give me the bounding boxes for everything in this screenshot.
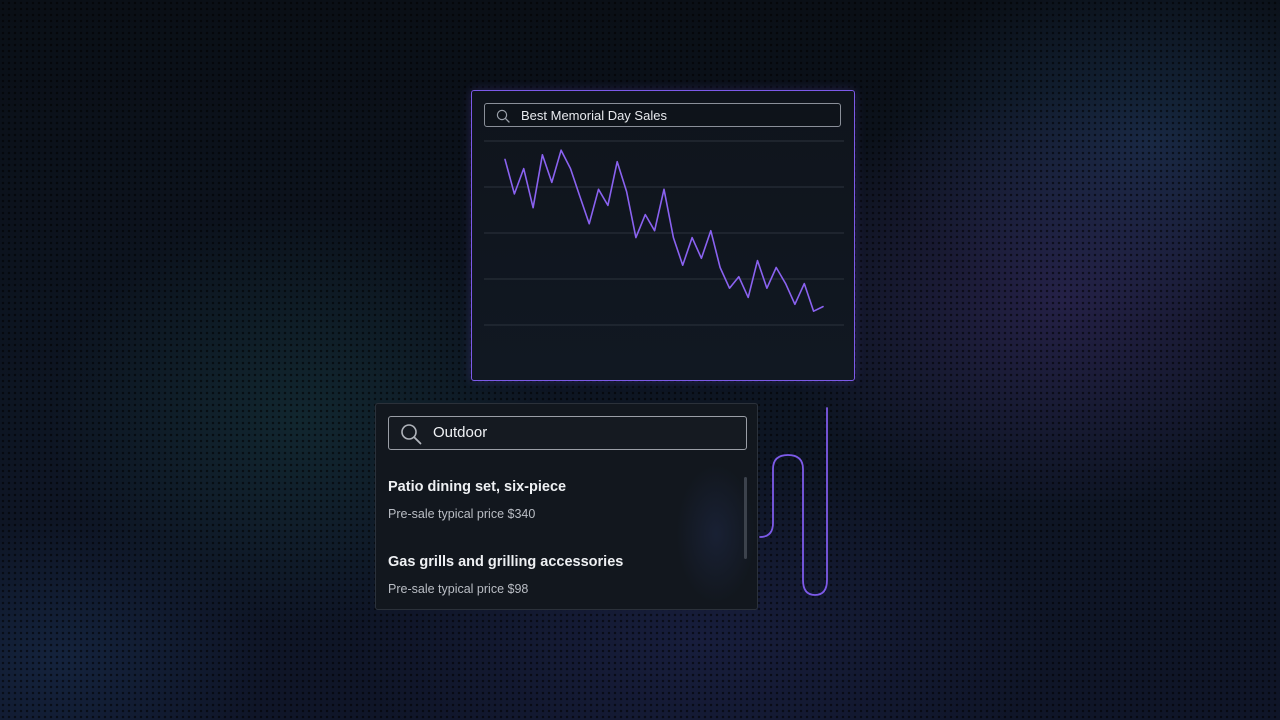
price-trend-chart: [484, 140, 844, 326]
result-subtitle: Pre-sale typical price $98: [388, 582, 529, 596]
results-search-bar[interactable]: Outdoor: [388, 416, 747, 450]
chart-panel: Best Memorial Day Sales: [471, 90, 855, 381]
chart-series-line: [504, 149, 824, 312]
results-search-query: Outdoor: [433, 424, 488, 441]
result-title: Gas grills and grilling accessories: [388, 554, 624, 570]
scrollbar[interactable]: [744, 477, 747, 559]
result-item[interactable]: Patio dining set, six-piece Pre-sale typ…: [388, 479, 728, 521]
decorative-connector-line: [759, 407, 828, 596]
result-title: Patio dining set, six-piece: [388, 479, 567, 495]
result-subtitle: Pre-sale typical price $340: [388, 507, 536, 521]
search-icon: [401, 424, 422, 445]
search-icon: [496, 109, 510, 123]
result-item[interactable]: Gas grills and grilling accessories Pre-…: [388, 554, 728, 596]
chart-search-bar[interactable]: Best Memorial Day Sales: [484, 103, 841, 127]
chart-search-query: Best Memorial Day Sales: [521, 108, 667, 123]
chart-gridlines: [484, 140, 844, 326]
results-panel: Outdoor Patio dining set, six-piece Pre-…: [375, 403, 758, 610]
